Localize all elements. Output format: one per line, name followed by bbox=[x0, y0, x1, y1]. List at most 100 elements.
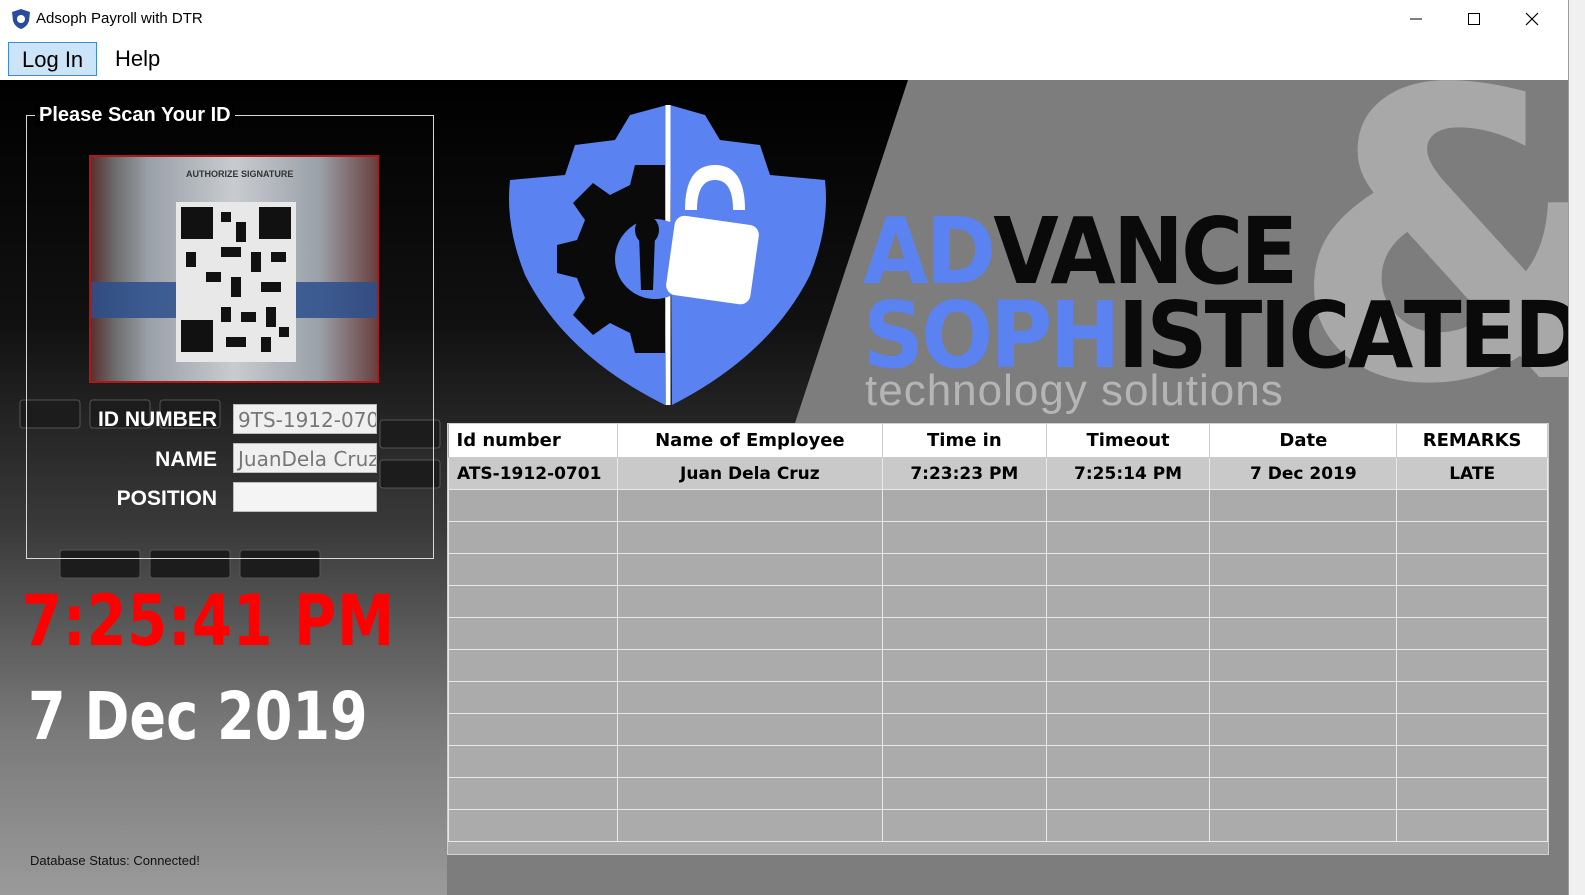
table-cell bbox=[616, 649, 883, 682]
table-cell bbox=[1209, 553, 1398, 586]
table-cell bbox=[1396, 489, 1548, 522]
table-cell bbox=[616, 777, 883, 810]
database-status: Database Status: Connected! bbox=[30, 853, 200, 868]
table-cell bbox=[881, 745, 1047, 778]
brand-tagline: technology solutions bbox=[865, 366, 1284, 415]
table-cell bbox=[1045, 809, 1211, 842]
table-cell bbox=[616, 713, 883, 746]
table-cell bbox=[881, 489, 1047, 522]
table-cell bbox=[1209, 777, 1398, 810]
shield-lock-gear-icon bbox=[509, 105, 826, 405]
table-cell bbox=[448, 649, 618, 682]
table-cell bbox=[1209, 713, 1398, 746]
table-cell bbox=[448, 809, 618, 842]
table-cell: Juan Dela Cruz bbox=[616, 457, 883, 490]
table-cell bbox=[1396, 745, 1548, 778]
table-cell bbox=[1209, 489, 1398, 522]
table-cell bbox=[616, 617, 883, 650]
table-cell bbox=[1045, 745, 1211, 778]
table-cell: 7:25:14 PM bbox=[1045, 457, 1211, 490]
id-number-field[interactable]: 9TS-1912-070 bbox=[233, 404, 377, 434]
table-cell bbox=[1209, 649, 1398, 682]
empty-table-row bbox=[448, 745, 1548, 778]
table-cell bbox=[881, 809, 1047, 842]
table-cell: 7 Dec 2019 bbox=[1209, 457, 1398, 490]
column-header[interactable]: Id number bbox=[448, 424, 618, 458]
table-cell bbox=[881, 681, 1047, 714]
table-cell bbox=[448, 521, 618, 554]
live-clock: 7:25:41 PM bbox=[22, 580, 395, 662]
menu-bar: Log In Help bbox=[0, 38, 1568, 80]
qr-code-icon bbox=[176, 202, 296, 362]
column-header[interactable]: REMARKS bbox=[1396, 424, 1548, 458]
table-cell bbox=[448, 777, 618, 810]
table-cell bbox=[448, 617, 618, 650]
table-body: ATS-1912-0701 Juan Dela Cruz 7:23:23 PM 7:2… bbox=[448, 457, 1548, 842]
table-cell bbox=[881, 521, 1047, 554]
table-cell bbox=[1209, 585, 1398, 618]
table-cell bbox=[1045, 553, 1211, 586]
table-cell: LATE bbox=[1396, 457, 1548, 490]
table-cell bbox=[881, 553, 1047, 586]
window-title: Adsoph Payroll with DTR bbox=[36, 10, 203, 27]
table-cell bbox=[1396, 553, 1548, 586]
table-cell bbox=[1396, 809, 1548, 842]
table-cell: 7:23:23 PM bbox=[881, 457, 1047, 490]
camera-preview: AUTHORIZE SIGNATURE bbox=[89, 155, 379, 383]
shield-logo-icon bbox=[12, 9, 30, 29]
table-cell bbox=[1396, 521, 1548, 554]
column-header[interactable]: Timeout bbox=[1046, 424, 1211, 458]
table-cell bbox=[448, 553, 618, 586]
empty-table-row bbox=[448, 585, 1548, 618]
position-label: POSITION bbox=[116, 487, 217, 510]
table-cell bbox=[1396, 713, 1548, 746]
table-cell bbox=[1396, 617, 1548, 650]
name-label: NAME bbox=[155, 448, 217, 471]
position-field[interactable] bbox=[233, 482, 377, 512]
table-cell bbox=[448, 489, 618, 522]
empty-table-row bbox=[448, 521, 1548, 554]
table-cell bbox=[616, 809, 883, 842]
table-row[interactable]: ATS-1912-0701 Juan Dela Cruz 7:23:23 PM 7:2… bbox=[448, 457, 1548, 490]
table-cell bbox=[881, 777, 1047, 810]
menu-login[interactable]: Log In bbox=[8, 42, 98, 76]
main-content: & ADVANCE SOPHISTICATED technology solut… bbox=[0, 80, 1568, 895]
maximize-button[interactable] bbox=[1445, 0, 1503, 38]
empty-table-row bbox=[448, 553, 1548, 586]
id-number-label: ID NUMBER bbox=[98, 408, 217, 431]
minimize-button[interactable] bbox=[1387, 0, 1445, 38]
table-cell: ATS-1912-0701 bbox=[448, 457, 618, 490]
close-button[interactable] bbox=[1503, 0, 1561, 38]
empty-table-row bbox=[448, 617, 1548, 650]
close-icon bbox=[1525, 12, 1539, 26]
table-cell bbox=[1045, 617, 1211, 650]
table-cell bbox=[1045, 681, 1211, 714]
attendance-grid[interactable]: Id number Name of Employee Time in Timeout D… bbox=[447, 423, 1549, 855]
table-cell bbox=[1396, 681, 1548, 714]
empty-table-row bbox=[448, 809, 1548, 842]
empty-table-row bbox=[448, 777, 1548, 810]
empty-table-row bbox=[448, 681, 1548, 714]
column-header[interactable]: Name of Employee bbox=[617, 424, 883, 458]
table-cell bbox=[1045, 649, 1211, 682]
name-field[interactable]: JuanDela Cruz bbox=[233, 443, 377, 473]
table-cell bbox=[1209, 617, 1398, 650]
column-header[interactable]: Time in bbox=[882, 424, 1047, 458]
table-cell bbox=[616, 585, 883, 618]
table-cell bbox=[1209, 521, 1398, 554]
table-cell bbox=[1045, 585, 1211, 618]
column-header[interactable]: Date bbox=[1209, 424, 1398, 458]
table-cell bbox=[1396, 777, 1548, 810]
table-cell bbox=[1045, 777, 1211, 810]
table-cell bbox=[616, 489, 883, 522]
minimize-icon bbox=[1410, 18, 1422, 20]
table-cell bbox=[448, 713, 618, 746]
table-cell bbox=[881, 585, 1047, 618]
table-header-row: Id number Name of Employee Time in Timeout D… bbox=[448, 424, 1548, 458]
table-cell bbox=[616, 745, 883, 778]
table-cell bbox=[616, 521, 883, 554]
table-cell bbox=[1209, 745, 1398, 778]
live-date: 7 Dec 2019 bbox=[28, 678, 368, 755]
table-cell bbox=[1396, 585, 1548, 618]
menu-help[interactable]: Help bbox=[102, 42, 173, 76]
